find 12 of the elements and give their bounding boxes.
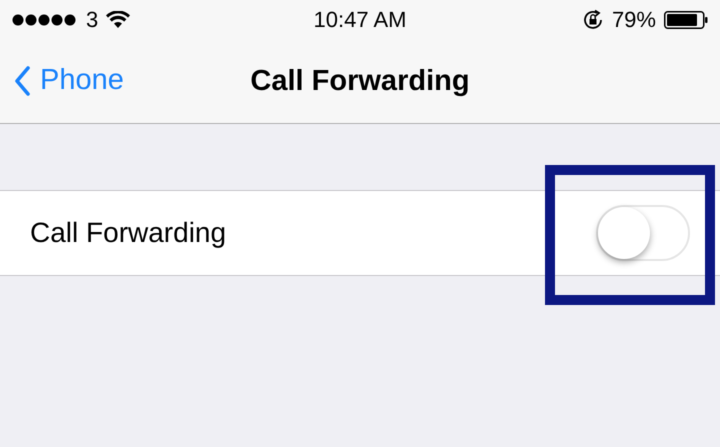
wifi-icon <box>106 11 130 29</box>
toggle-switch[interactable] <box>596 205 690 261</box>
back-button[interactable]: Phone <box>14 64 124 97</box>
rotation-lock-icon <box>582 9 604 31</box>
carrier-name: 3 <box>86 7 98 33</box>
chevron-icon <box>14 66 30 96</box>
signal-icon <box>12 14 78 26</box>
battery-percent: 79% <box>612 7 656 33</box>
screen-title: Call Forwarding <box>250 65 470 98</box>
setting-label: Call Forwarding <box>30 217 226 249</box>
status-time: 10:47 AM <box>314 7 406 33</box>
battery-icon <box>664 11 708 29</box>
